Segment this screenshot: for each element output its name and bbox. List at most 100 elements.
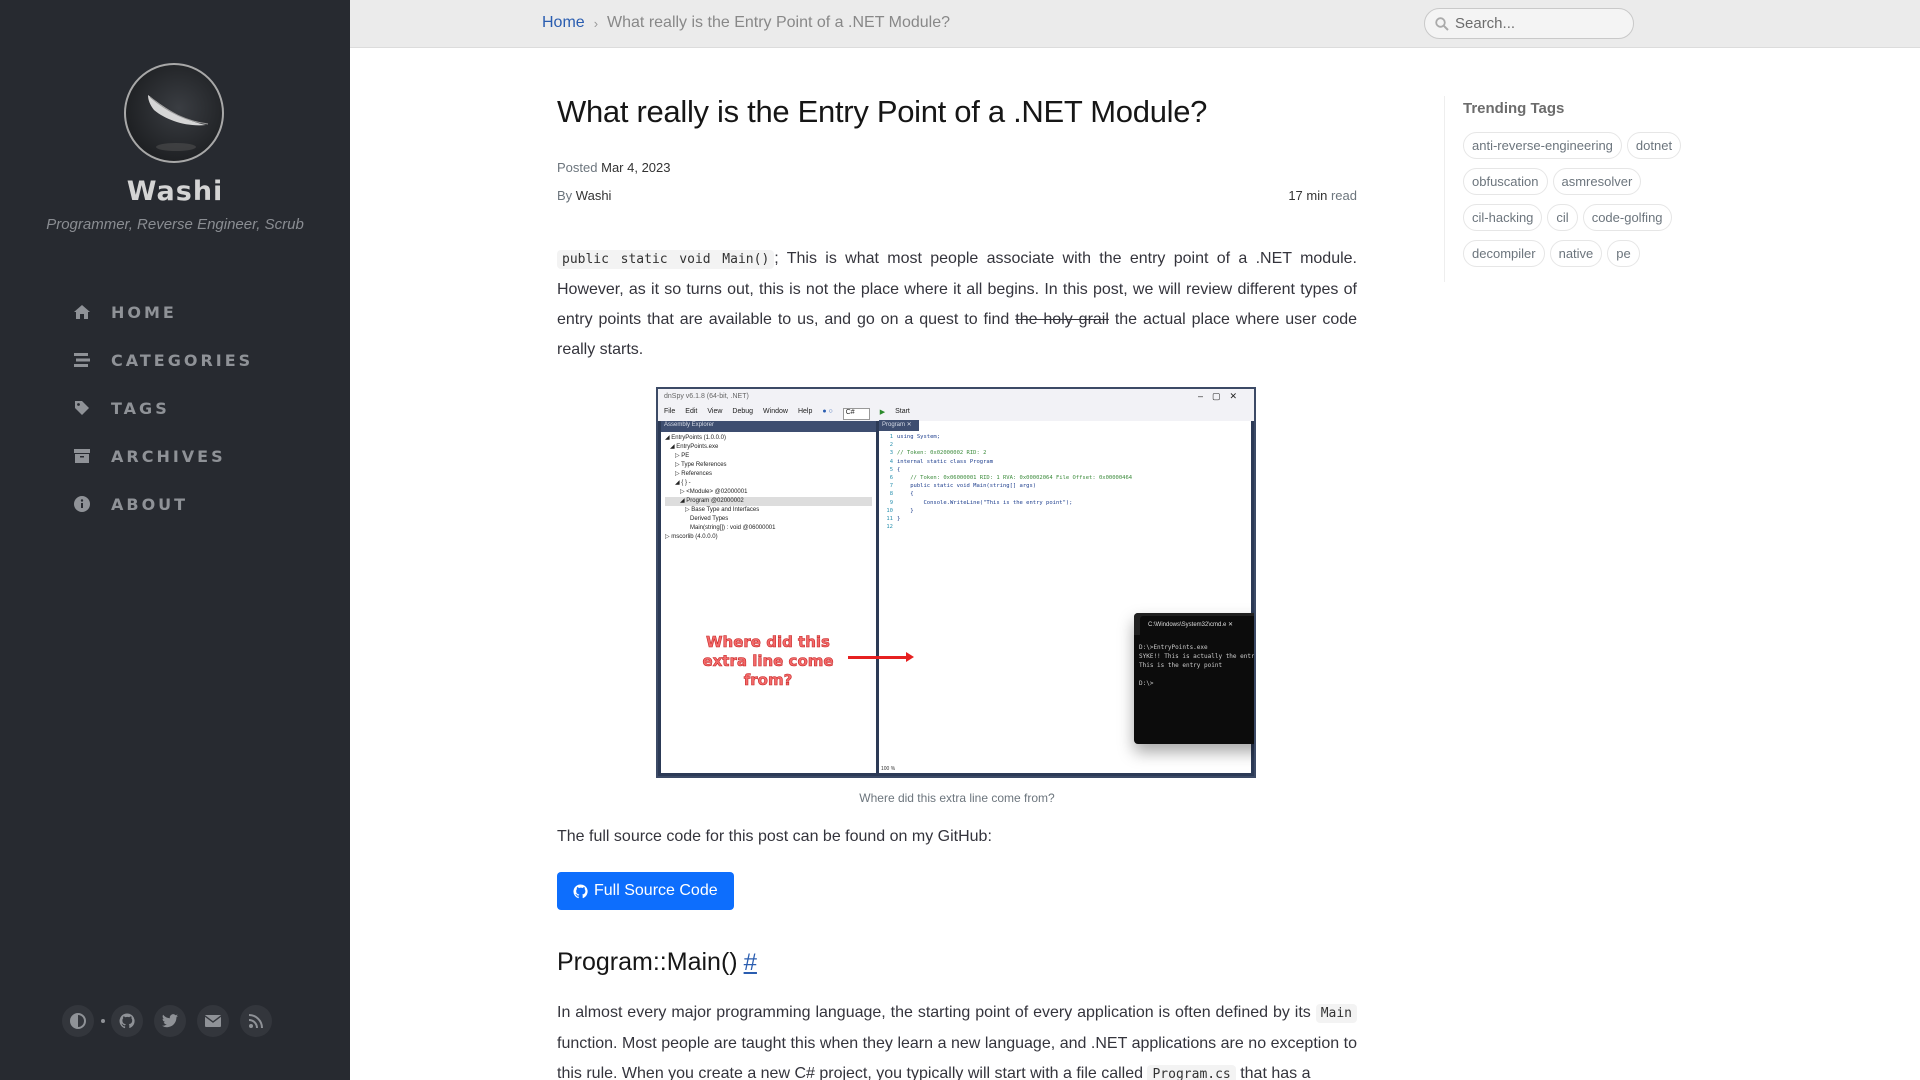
sidebar-item-tags[interactable]: TAGS [0, 384, 350, 432]
start-label: Start [895, 408, 910, 415]
menu-item: View [707, 408, 723, 415]
tag-decompiler[interactable]: decompiler [1463, 240, 1545, 267]
image-caption: Where did this extra line come from? [859, 791, 1055, 805]
code-line: // Token: 0x06000001 RID: 1 RVA: 0x00002… [897, 475, 1133, 482]
author-link[interactable]: Washi [576, 188, 612, 203]
sidebar-item-about[interactable]: ABOUT [0, 480, 350, 528]
email-link[interactable] [197, 1005, 229, 1037]
strikethrough-text: the holy grail [1015, 311, 1109, 328]
language-select: C# [842, 408, 870, 420]
menu-item: Debug [732, 408, 754, 415]
tag-asmresolver[interactable]: asmresolver [1552, 168, 1642, 195]
inline-code: Program.cs [1147, 1065, 1236, 1080]
avatar[interactable] [124, 63, 224, 163]
line-number: 8 [889, 491, 893, 498]
tag-pe[interactable]: pe [1607, 240, 1640, 267]
search-input[interactable] [1455, 15, 1615, 32]
github-link[interactable] [111, 1005, 143, 1037]
read-time-value: 17 min [1288, 188, 1328, 203]
line-number: 1 [889, 434, 893, 440]
site-subtitle: Programmer, Reverse Engineer, Scrub [46, 216, 304, 233]
assembly-explorer: Assembly Explorer ◢ EntryPoints (1.0.0.0… [661, 421, 876, 773]
theme-toggle-icon [70, 1013, 86, 1029]
section-title: Program::Main() [557, 948, 738, 976]
search-box[interactable] [1424, 8, 1634, 39]
line-number: 3 [889, 450, 893, 457]
line-number: 11 [886, 516, 893, 523]
assembly-tree: ◢ EntryPoints (1.0.0.0) ◢ EntryPoints.ex… [661, 432, 876, 544]
twitter-link[interactable] [154, 1005, 186, 1037]
inline-code: Main [1315, 1004, 1357, 1023]
tree-node: ◢ EntryPoints (1.0.0.0) [665, 435, 726, 441]
tag-native[interactable]: native [1549, 240, 1603, 267]
home-icon [73, 303, 91, 321]
terminal-tab-label: C:\Windows\System32\cmd.e [1148, 622, 1227, 628]
tag-cil[interactable]: cil [1547, 204, 1578, 231]
code-line: internal static class Program [897, 458, 994, 465]
menu-item: Help [797, 408, 813, 415]
source-paragraph: The full source code for this post can b… [557, 828, 992, 845]
breadcrumb-current: What really is the Entry Point of a .NET… [607, 14, 950, 31]
post-date: Posted Mar 4, 2023 [557, 160, 670, 175]
github-icon [573, 883, 588, 898]
github-icon [119, 1013, 135, 1029]
tree-node: Derived Types [665, 516, 729, 522]
tag-code-golfing[interactable]: code-golfing [1582, 204, 1672, 231]
panel-title: Trending Tags [1463, 100, 1565, 117]
tag-obfuscation[interactable]: obfuscation [1463, 168, 1548, 195]
code-line: // Token: 0x02000002 RID: 2 [897, 450, 987, 457]
sidebar-item-home[interactable]: HOME [0, 288, 350, 336]
theme-toggle-button[interactable] [62, 1005, 94, 1037]
sidebar-item-categories[interactable]: CATEGORIES [0, 336, 350, 384]
paragraph-text: that has a [1235, 1065, 1311, 1080]
nav-arrows-icon: ● ○ [822, 408, 833, 415]
code-line: { [897, 466, 901, 473]
trending-tags-panel: Trending Tags anti-reverse-engineering do… [1444, 96, 1704, 282]
tag-cil-hacking[interactable]: cil-hacking [1463, 204, 1543, 231]
sidebar-item-label: ARCHIVES [111, 446, 226, 466]
info-circle-icon [73, 495, 91, 513]
sidebar-item-archives[interactable]: ARCHIVES [0, 432, 350, 480]
post-author: By Washi [557, 188, 611, 203]
search-icon [1435, 16, 1449, 31]
full-source-code-button[interactable]: Full Source Code [557, 872, 734, 910]
start-icon: ▶ [879, 409, 886, 416]
sidebar: Washi Programmer, Reverse Engineer, Scru… [0, 0, 350, 1080]
archive-icon [73, 447, 91, 465]
feather-icon [148, 95, 209, 151]
post-image[interactable]: dnSpy v6.1.8 (64-bit, .NET) –▢✕ File Edi… [656, 387, 1256, 778]
tree-node: Main(string[]) : void @06000001 [665, 525, 776, 531]
post-date-value: Mar 4, 2023 [601, 160, 671, 175]
twitter-icon [162, 1014, 178, 1028]
tag-icon [73, 399, 91, 417]
site-title[interactable]: Washi [0, 176, 350, 207]
rss-icon [249, 1014, 263, 1028]
tree-node: ▷ mscorlib (4.0.0.0) [665, 534, 718, 540]
tag-dotnet[interactable]: dotnet [1626, 132, 1682, 159]
tag-list: anti-reverse-engineering dotnet obfuscatio… [1463, 132, 1703, 276]
tree-node: ◢ Program @02000002 [665, 497, 872, 506]
section-paragraph: In almost every major programming langua… [557, 998, 1357, 1080]
breadcrumb-home-link[interactable]: Home [542, 14, 585, 32]
stream-icon [73, 351, 91, 369]
line-number: 6 [889, 475, 893, 482]
sidebar-item-label: TAGS [111, 398, 170, 418]
email-icon [205, 1015, 221, 1027]
code-tab-label: Program [882, 422, 906, 428]
tag-anti-reverse-engineering[interactable]: anti-reverse-engineering [1463, 132, 1622, 159]
annotation-arrow-icon [848, 652, 914, 662]
dnspy-menubar: File Edit View Debug Window Help ● ○ C# … [658, 407, 1254, 421]
annotation-text: Where did this extra line come from? [702, 633, 834, 690]
rss-link[interactable] [240, 1005, 272, 1037]
sidebar-item-label: HOME [111, 302, 177, 322]
read-label: read [1330, 188, 1357, 203]
dnspy-body: Assembly Explorer ◢ EntryPoints (1.0.0.0… [658, 420, 1254, 776]
section-anchor-link[interactable]: # [744, 949, 757, 976]
dnspy-titlebar: dnSpy v6.1.8 (64-bit, .NET) –▢✕ [658, 389, 1254, 407]
tree-node: ◢ EntryPoints.exe [665, 444, 719, 450]
tree-node: ▷ References [665, 471, 712, 477]
code-line: } [897, 516, 901, 523]
sidebar-bottom [62, 1005, 283, 1037]
